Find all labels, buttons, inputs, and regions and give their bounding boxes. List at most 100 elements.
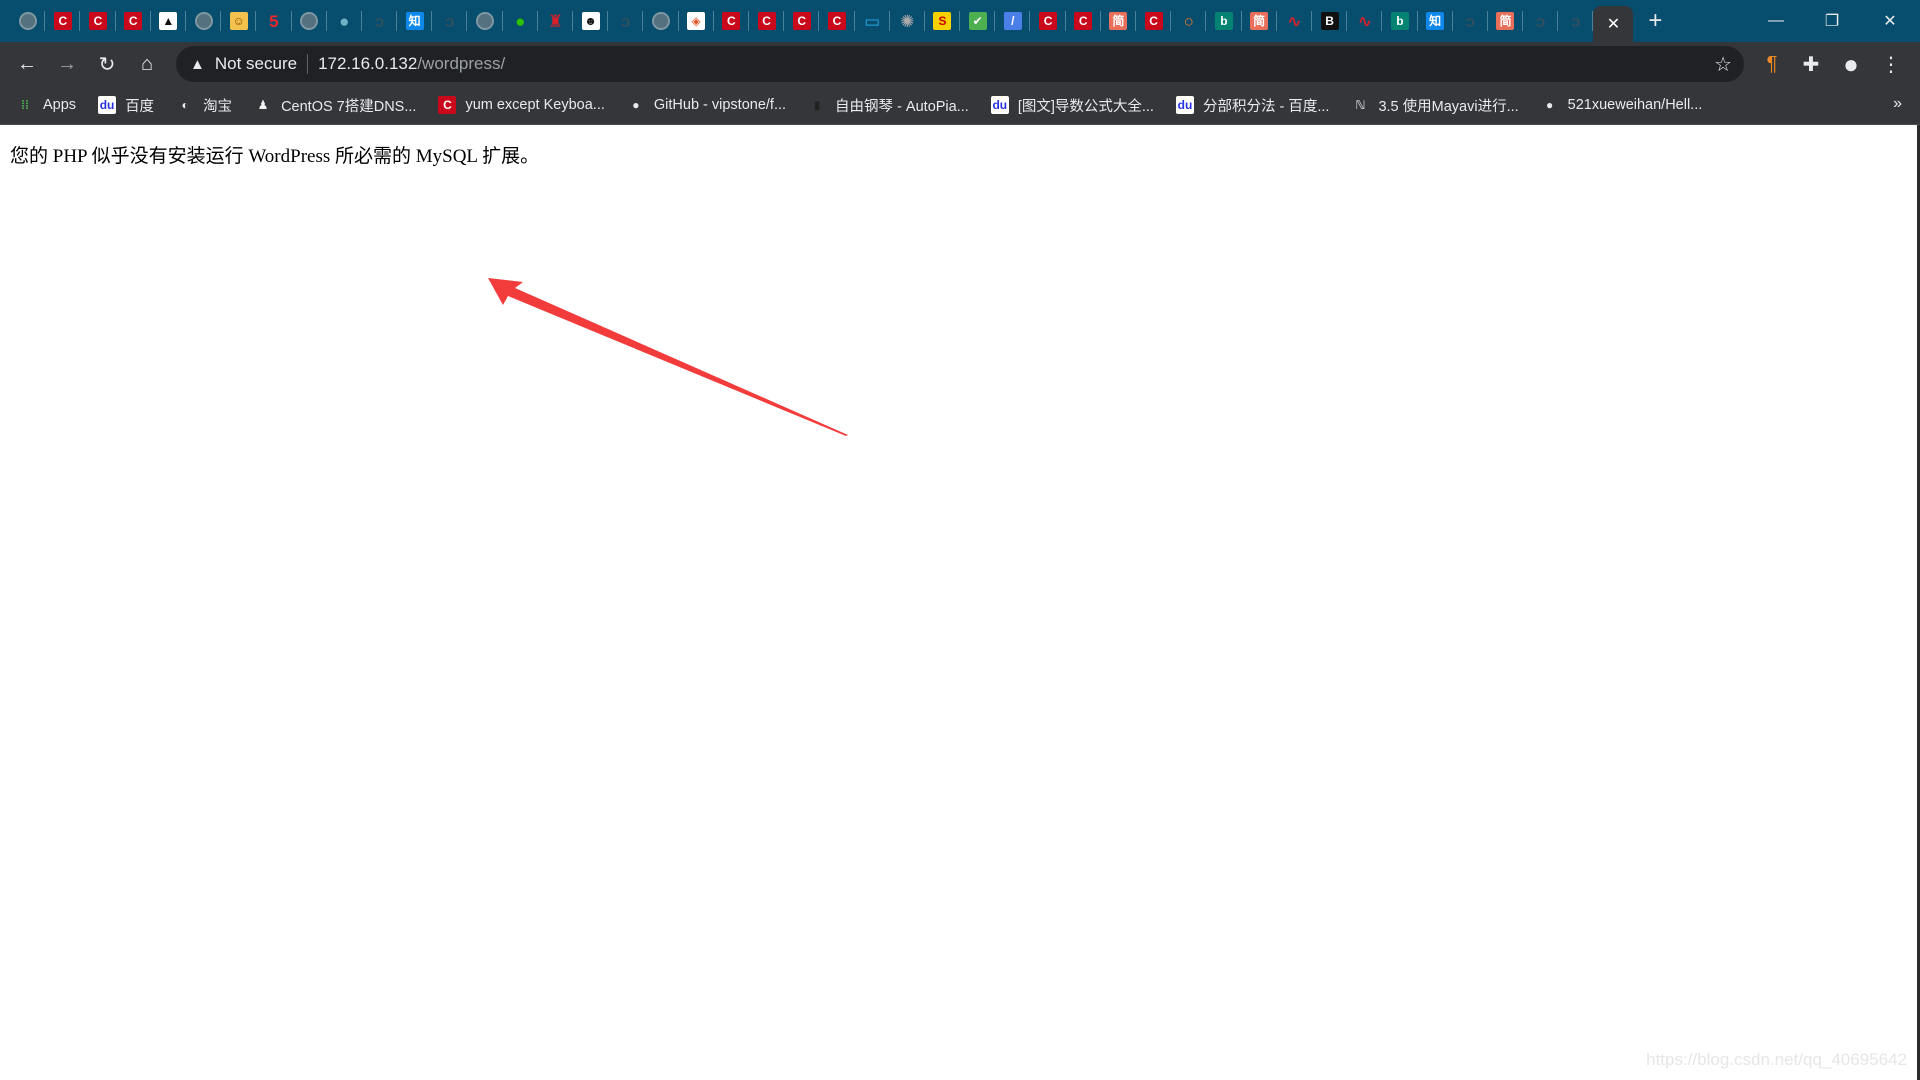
new-tab-button[interactable]: + [1633, 7, 1677, 35]
minimize-button[interactable]: — [1748, 0, 1804, 42]
bookmark-label: 淘宝 [203, 98, 233, 115]
tab[interactable]: ▭ [855, 0, 890, 42]
watermark: https://blog.csdn.net/qq_40695642 [1646, 1050, 1907, 1069]
close-window-button[interactable]: ✕ [1862, 0, 1918, 42]
loading-icon: ↄ [621, 11, 631, 31]
tab[interactable]: 5 [256, 0, 292, 42]
restore-button[interactable]: ❐ [1804, 0, 1860, 42]
back-button[interactable]: ← [7, 44, 47, 84]
home-button[interactable]: ⌂ [127, 44, 167, 84]
jianshu-icon: 简 [1250, 12, 1269, 30]
forward-button[interactable]: → [47, 44, 87, 84]
tab[interactable]: / [995, 0, 1031, 42]
tab[interactable]: ☻ [573, 0, 609, 42]
bookmark-label: yum except Keyboa... [465, 97, 605, 113]
tab[interactable]: C [80, 0, 116, 42]
tab[interactable]: C [1066, 0, 1102, 42]
shield-icon: ◈ [687, 12, 706, 30]
close-tab-icon[interactable]: ✕ [1607, 14, 1620, 34]
tab[interactable] [186, 0, 222, 42]
tab-strip: C C C ▲ ☺ 5 ● ↄ 知 ↄ ● ♜ ☻ ↄ ◈ C C C C ▭ ✺ S ✔ / C C 简 C ○ b 简 ∿ B ∿ b 知 ↄ 简 ↄ ↄ… [0, 0, 1920, 42]
tab[interactable]: ✺ [890, 0, 926, 42]
warning-icon[interactable]: ▲ [190, 56, 205, 73]
baidu-icon: du [990, 96, 1009, 114]
book-icon: ℕ [1355, 98, 1366, 112]
tab[interactable]: 简 [1488, 0, 1524, 42]
tab[interactable]: b [1206, 0, 1242, 42]
tab[interactable]: ↄ [362, 0, 398, 42]
bookmark-label: 3.5 使用Mayavi进行... [1378, 98, 1519, 115]
tab[interactable]: ∿ [1277, 0, 1313, 42]
bookmark-item[interactable]: du [图文]导数公式大全... [990, 95, 1154, 116]
tab[interactable]: ↄ [608, 0, 644, 42]
five-icon: 5 [269, 11, 279, 31]
tab[interactable] [643, 0, 679, 42]
bookmark-item[interactable]: ● 521xueweihan/Hell... [1541, 96, 1703, 114]
bookmark-label: CentOS 7搭建DNS... [281, 98, 417, 115]
wechat-icon: ● [515, 11, 526, 31]
tab[interactable]: ♜ [538, 0, 574, 42]
bookmark-label: [图文]导数公式大全... [1017, 98, 1154, 115]
tab[interactable]: ▲ [151, 0, 187, 42]
tab[interactable]: 简 [1101, 0, 1137, 42]
bookmark-item[interactable]: ▮ 自由钢琴 - AutoPia... [808, 95, 969, 116]
tab[interactable]: ↄ [1453, 0, 1489, 42]
bookmark-label: 521xueweihan/Hell... [1567, 97, 1703, 113]
bookmark-label: 分部积分法 - 百度... [1202, 98, 1330, 115]
tab[interactable]: ☺ [221, 0, 257, 42]
bookmark-item[interactable]: Cyum except Keyboa... [438, 96, 605, 114]
extensions-puzzle-icon[interactable]: ✚ [1795, 48, 1827, 80]
panda-icon: ☻ [581, 12, 600, 30]
bookmark-item[interactable]: du 百度 [98, 95, 154, 116]
tab[interactable]: C [784, 0, 820, 42]
bookmark-item[interactable]: du 分部积分法 - 百度... [1175, 95, 1330, 116]
tab[interactable]: ↄ [1523, 0, 1559, 42]
bookmark-item[interactable]: ⁞⁞ Apps [16, 96, 76, 114]
tab[interactable]: ● [327, 0, 363, 42]
tab[interactable]: 知 [397, 0, 433, 42]
tab[interactable]: 简 [1242, 0, 1277, 42]
bookmark-star-icon[interactable]: ☆ [1714, 52, 1732, 77]
tab[interactable]: C [45, 0, 81, 42]
tab[interactable]: C [1136, 0, 1172, 42]
address-bar[interactable]: ▲ Not secure 172.16.0.132/wordpress/ ☆ [176, 46, 1744, 82]
tab[interactable]: C [116, 0, 151, 42]
bookmark-item[interactable]: ♟ CentOS 7搭建DNS... [254, 95, 417, 116]
tab[interactable]: C [819, 0, 855, 42]
csdn-icon: C [1074, 12, 1093, 30]
tab[interactable]: C [749, 0, 785, 42]
bookmark-item[interactable]: ℕ 3.5 使用Mayavi进行... [1351, 95, 1518, 116]
menu-icon[interactable]: ⋮ [1875, 48, 1907, 80]
badge-icon: ♜ [547, 11, 564, 31]
tab[interactable]: ↄ [1558, 0, 1594, 42]
tab[interactable]: S [925, 0, 961, 42]
wave-icon: ∿ [1287, 11, 1302, 31]
tab[interactable] [10, 0, 46, 42]
bookmarks-overflow-button[interactable]: » [1893, 95, 1902, 113]
bookmark-item[interactable]: ◐ 淘宝 [176, 95, 232, 116]
tab[interactable]: ↄ [432, 0, 468, 42]
tab[interactable]: B [1312, 0, 1348, 42]
extension-icon[interactable]: ¶ [1756, 48, 1788, 80]
tab[interactable]: ○ [1171, 0, 1207, 42]
reload-button[interactable]: ↻ [87, 44, 127, 84]
bookmark-item[interactable]: ● GitHub - vipstone/f... [627, 96, 786, 114]
s-icon: S [933, 12, 952, 30]
tab[interactable] [467, 0, 503, 42]
tab[interactable]: ◈ [679, 0, 714, 42]
profile-avatar-icon[interactable]: ● [1835, 48, 1867, 80]
tab[interactable]: ● [503, 0, 539, 42]
tab[interactable]: C [1030, 0, 1066, 42]
cat-icon: ▲ [159, 12, 178, 30]
tab[interactable]: 知 [1418, 0, 1453, 42]
csdn-icon: C [124, 12, 143, 30]
check-icon: ✔ [968, 12, 987, 30]
tab[interactable]: C [714, 0, 750, 42]
tab[interactable] [292, 0, 327, 42]
tab[interactable]: b [1382, 0, 1418, 42]
active-tab[interactable]: ✕ [1593, 6, 1634, 42]
not-secure-label[interactable]: Not secure [215, 54, 297, 74]
tab[interactable]: ∿ [1347, 0, 1383, 42]
linux-penguin-icon: ♟ [257, 98, 269, 112]
tab[interactable]: ✔ [960, 0, 996, 42]
